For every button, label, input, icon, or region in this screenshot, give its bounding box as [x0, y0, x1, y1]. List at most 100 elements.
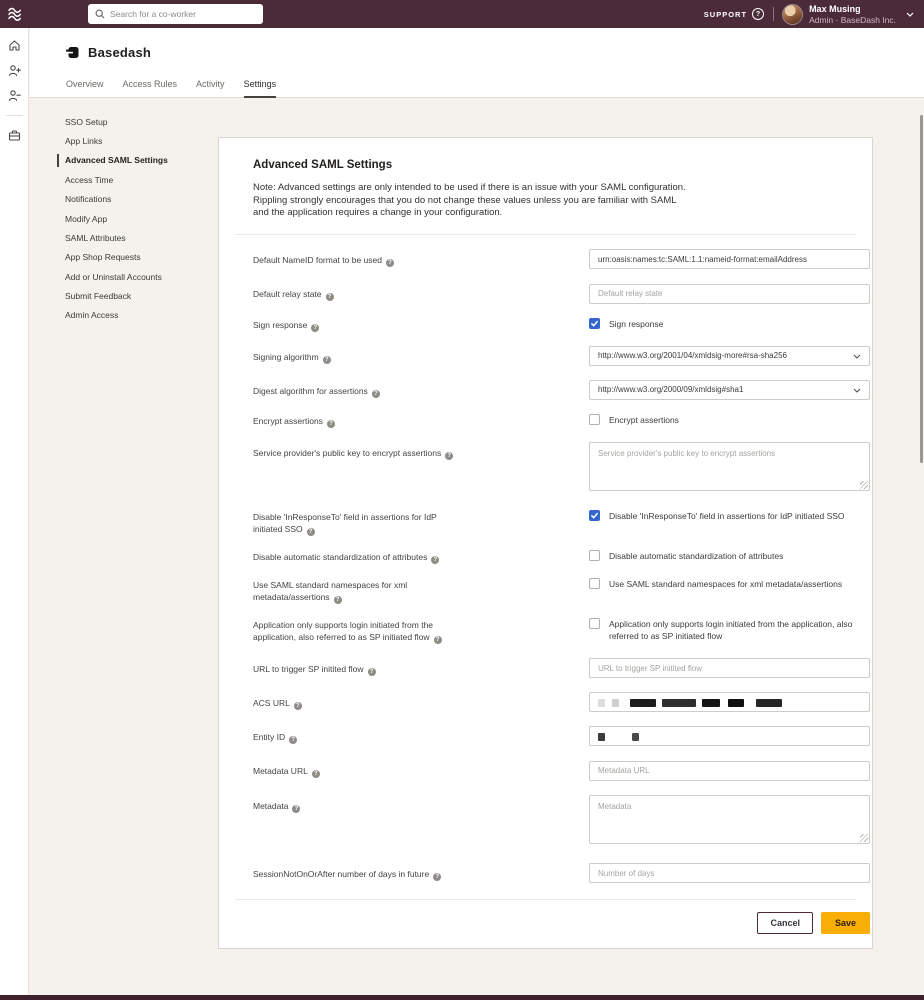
remove-user-icon[interactable]	[8, 89, 21, 102]
field-label-cell: Default relay state?	[253, 283, 589, 304]
field-control: Disable automatic standardization of att…	[589, 550, 870, 564]
help-icon[interactable]: ?	[334, 596, 342, 604]
home-icon[interactable]	[8, 39, 21, 52]
briefcase-icon[interactable]	[8, 129, 21, 142]
help-icon[interactable]: ?	[312, 770, 320, 778]
help-icon[interactable]: ?	[311, 324, 319, 332]
help-icon[interactable]: ?	[294, 702, 302, 710]
user-menu[interactable]: Max Musing Admin · BaseDash Inc.	[783, 4, 914, 25]
help-icon[interactable]: ?	[323, 356, 331, 364]
text-input[interactable]	[589, 284, 870, 304]
field-label-cell: Encrypt assertions?	[253, 414, 589, 428]
user-text: Max Musing Admin · BaseDash Inc.	[809, 4, 896, 25]
help-icon[interactable]: ?	[289, 736, 297, 744]
field-label-text: Default NameID format to be used	[253, 255, 382, 265]
textarea-input[interactable]	[589, 442, 870, 491]
field-label-cell: Signing algorithm?	[253, 346, 589, 366]
help-icon[interactable]: ?	[433, 873, 441, 881]
text-input[interactable]	[589, 249, 870, 269]
search-icon	[95, 9, 105, 19]
help-icon[interactable]: ?	[431, 556, 439, 564]
field-control: Encrypt assertions	[589, 414, 870, 428]
search-input[interactable]	[110, 9, 256, 19]
help-icon[interactable]: ?	[292, 805, 300, 813]
select-input[interactable]: http://www.w3.org/2001/04/xmldsig-more#r…	[589, 346, 870, 366]
form-row: Disable automatic standardization of att…	[253, 550, 870, 564]
help-icon[interactable]: ?	[307, 528, 315, 536]
sidebar-item-admin-access[interactable]: Admin Access	[65, 306, 168, 325]
form-row: Use SAML standard namespaces for xml met…	[253, 578, 870, 604]
field-label-text: Signing algorithm	[253, 352, 319, 362]
field-label-cell: SessionNotOnOrAfter number of days in fu…	[253, 863, 589, 884]
help-icon[interactable]: ?	[434, 636, 442, 644]
field-label-cell: Use SAML standard namespaces for xml met…	[253, 578, 589, 604]
select-value: http://www.w3.org/2000/09/xmldsig#sha1	[598, 385, 743, 394]
sidebar-item-app-links[interactable]: App Links	[65, 131, 168, 150]
tab-access-rules[interactable]: Access Rules	[123, 79, 178, 98]
form-row: Entity ID?	[253, 726, 870, 746]
sidebar-item-modify-app[interactable]: Modify App	[65, 209, 168, 228]
sidebar-item-sso-setup[interactable]: SSO Setup	[65, 112, 168, 131]
user-role: Admin · BaseDash Inc.	[809, 15, 896, 25]
field-label-text: Default relay state	[253, 289, 322, 299]
field-label-text: URL to trigger SP initited flow	[253, 664, 364, 674]
checkbox[interactable]	[589, 318, 600, 329]
select-input[interactable]: http://www.w3.org/2000/09/xmldsig#sha1	[589, 380, 870, 400]
field-label: Entity ID?	[253, 731, 465, 744]
topbar-divider	[773, 7, 774, 21]
text-input[interactable]	[589, 863, 870, 883]
field-label-cell: Disable 'InResponseTo' field in assertio…	[253, 510, 589, 536]
checkbox[interactable]	[589, 550, 600, 561]
select-value: http://www.w3.org/2001/04/xmldsig-more#r…	[598, 351, 787, 360]
sidebar-item-app-shop-requests[interactable]: App Shop Requests	[65, 248, 168, 267]
chevron-down-icon	[853, 388, 861, 393]
checkbox[interactable]	[589, 510, 600, 521]
textarea-input[interactable]	[589, 795, 870, 844]
help-icon[interactable]: ?	[445, 452, 453, 460]
rippling-logo-icon[interactable]	[0, 6, 30, 22]
field-control	[589, 658, 870, 679]
help-icon[interactable]: ?	[327, 420, 335, 428]
basedash-logo-icon	[66, 46, 79, 59]
field-label-cell: Sign response?	[253, 318, 589, 332]
help-icon[interactable]: ?	[386, 259, 394, 267]
text-input[interactable]	[589, 761, 870, 781]
sidebar-item-saml-attributes[interactable]: SAML Attributes	[65, 228, 168, 247]
help-icon[interactable]: ?	[372, 390, 380, 398]
checkbox[interactable]	[589, 414, 600, 425]
scrollbar[interactable]	[920, 115, 923, 463]
field-label-cell: Default NameID format to be used?	[253, 249, 589, 270]
save-button[interactable]: Save	[821, 912, 870, 934]
field-label-cell: Entity ID?	[253, 726, 589, 746]
tab-settings[interactable]: Settings	[244, 79, 277, 98]
tab-activity[interactable]: Activity	[196, 79, 225, 98]
field-label-text: Metadata	[253, 801, 288, 811]
help-icon[interactable]: ?	[326, 293, 334, 301]
sidebar-item-submit-feedback[interactable]: Submit Feedback	[65, 286, 168, 305]
sidebar-item-access-time[interactable]: Access Time	[65, 170, 168, 189]
field-control: Application only supports login initiate…	[589, 618, 870, 644]
search-bar	[88, 4, 263, 24]
avatar	[783, 5, 802, 24]
redacted-input[interactable]	[589, 692, 870, 712]
panel-note: Note: Advanced settings are only intende…	[253, 182, 693, 220]
field-label: SessionNotOnOrAfter number of days in fu…	[253, 868, 465, 881]
form-row: Digest algorithm for assertions? http://w…	[253, 380, 870, 400]
support-button[interactable]: SUPPORT ?	[704, 8, 764, 20]
checkbox[interactable]	[589, 578, 600, 589]
sidebar-item-advanced-saml-settings[interactable]: Advanced SAML Settings	[65, 151, 168, 170]
tab-overview[interactable]: Overview	[66, 79, 104, 98]
add-user-icon[interactable]	[8, 64, 21, 77]
redacted-input[interactable]	[589, 726, 870, 746]
cancel-button[interactable]: Cancel	[757, 912, 813, 934]
field-label-cell: Application only supports login initiate…	[253, 618, 589, 644]
checkbox-field: Sign response	[589, 318, 870, 330]
redacted-text	[612, 699, 619, 707]
sidebar-item-add-or-uninstall-accounts[interactable]: Add or Uninstall Accounts	[65, 267, 168, 286]
field-label: Disable automatic standardization of att…	[253, 551, 465, 564]
text-input[interactable]	[589, 658, 870, 678]
sidebar-item-notifications[interactable]: Notifications	[65, 190, 168, 209]
field-label-text: Digest algorithm for assertions	[253, 386, 368, 396]
help-icon[interactable]: ?	[368, 668, 376, 676]
checkbox[interactable]	[589, 618, 600, 629]
